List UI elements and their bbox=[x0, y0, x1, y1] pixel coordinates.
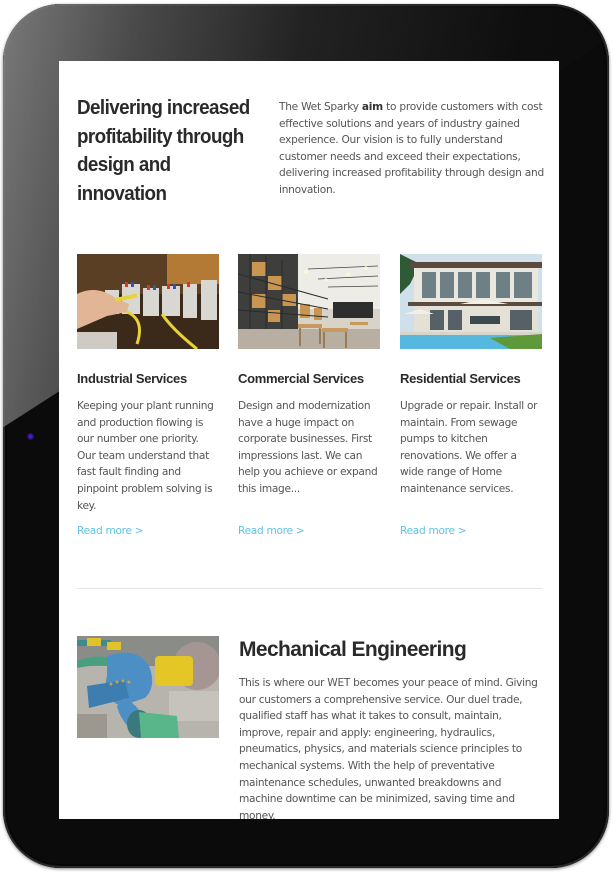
residential-services-image bbox=[400, 254, 542, 349]
intro-heading: Delivering increased profitability throu… bbox=[77, 97, 250, 205]
front-camera-icon bbox=[27, 433, 34, 440]
intro-paragraph: The Wet Sparky aim to provide customers … bbox=[279, 99, 545, 199]
service-card-industrial: Industrial Services Keeping your plant r… bbox=[77, 254, 219, 537]
service-title: Industrial Services bbox=[77, 371, 187, 386]
services-section: Industrial Services Keeping your plant r… bbox=[77, 254, 542, 554]
mechanical-engineering-image bbox=[77, 636, 219, 738]
service-title: Residential Services bbox=[400, 371, 521, 386]
section-divider bbox=[77, 588, 542, 589]
service-card-residential: Residential Services Upgrade or repair. … bbox=[400, 254, 542, 537]
tablet-device-frame: Delivering increased profitability throu… bbox=[3, 4, 609, 868]
read-more-link-industrial[interactable]: Read more > bbox=[77, 525, 219, 537]
intro-text-start: The Wet Sparky bbox=[279, 101, 362, 113]
mechanical-engineering-title: Mechanical Engineering bbox=[239, 638, 467, 661]
read-more-link-commercial[interactable]: Read more > bbox=[238, 525, 380, 537]
service-description: Keeping your plant running and productio… bbox=[77, 400, 214, 512]
intro-bold-word: aim bbox=[361, 101, 383, 113]
industrial-services-image bbox=[77, 254, 219, 349]
commercial-services-image bbox=[238, 254, 380, 349]
service-card-commercial: Commercial Services Design and moderniza… bbox=[238, 254, 380, 537]
service-title: Commercial Services bbox=[238, 371, 364, 386]
intro-text-end: to provide customers with cost effective… bbox=[279, 101, 544, 196]
service-description: Design and modernization have a huge imp… bbox=[238, 400, 378, 495]
service-description: Upgrade or repair. Install or maintain. … bbox=[400, 400, 538, 495]
read-more-link-residential[interactable]: Read more > bbox=[400, 525, 542, 537]
tablet-screen[interactable]: Delivering increased profitability throu… bbox=[59, 61, 559, 819]
mechanical-engineering-description: This is where our WET becomes your peace… bbox=[239, 677, 538, 819]
